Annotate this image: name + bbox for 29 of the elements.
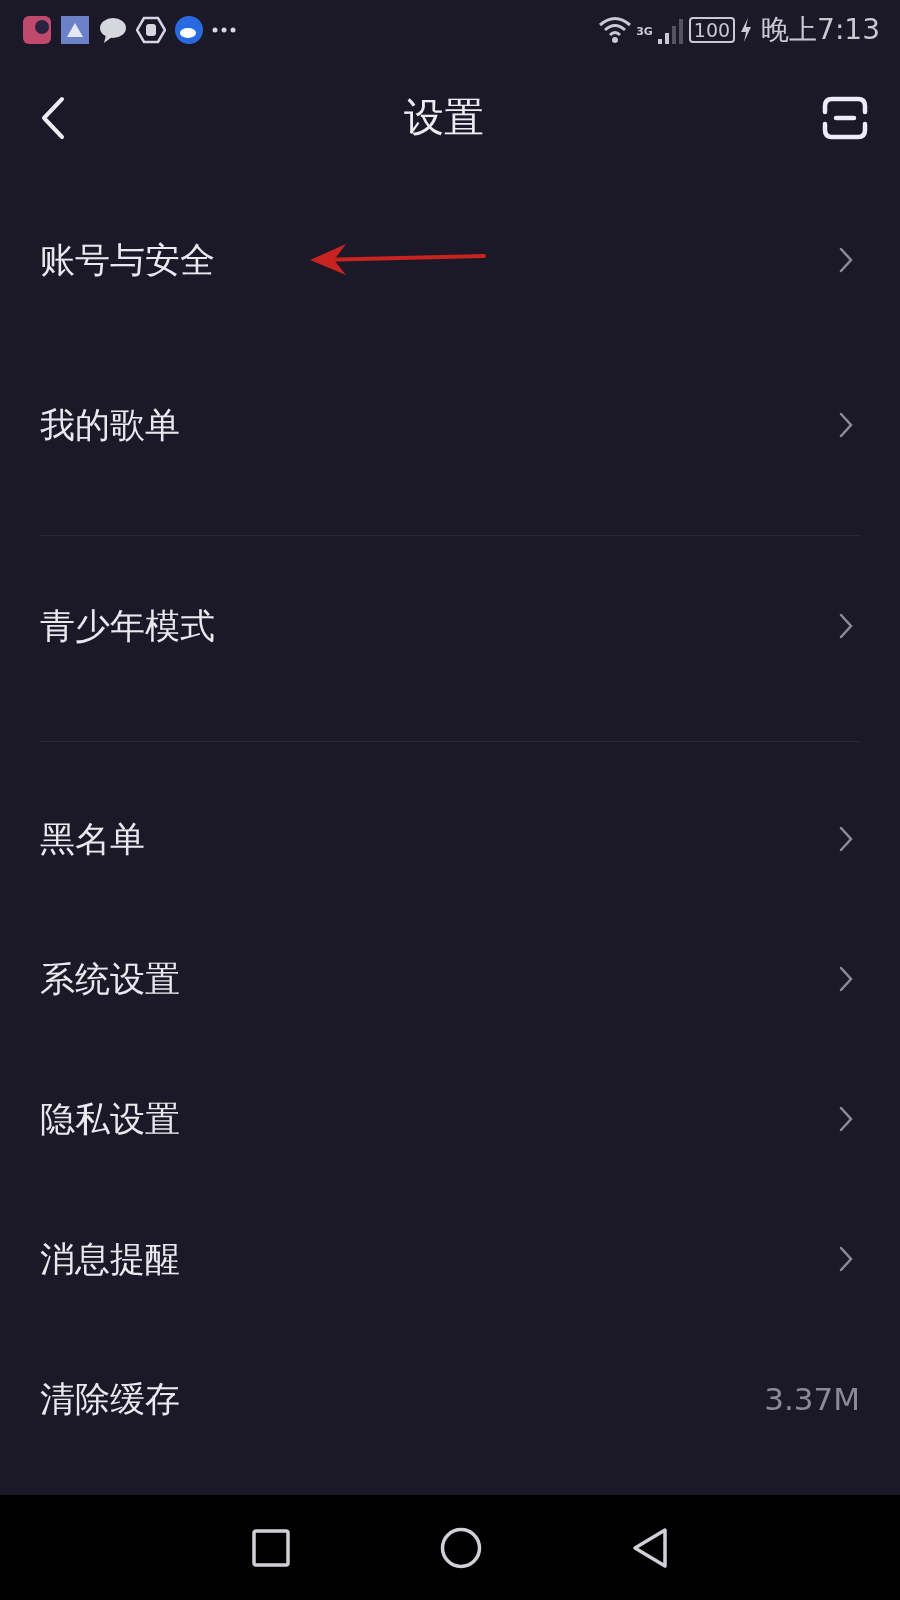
- home-nav-icon[interactable]: [440, 1526, 482, 1569]
- settings-item[interactable]: 账号与安全: [40, 236, 838, 284]
- app-notification-icon: [60, 15, 90, 45]
- settings-item[interactable]: 隐私设置: [40, 1095, 838, 1143]
- cache-size: 3.37M: [764, 1381, 860, 1417]
- square-nav-icon[interactable]: [252, 1528, 290, 1567]
- network-type: 3G: [636, 25, 653, 38]
- more-icon: [212, 26, 236, 34]
- chevron-right-icon: [838, 965, 854, 993]
- chevron-right-icon: [838, 1105, 854, 1133]
- settings-item[interactable]: 清除缓存: [40, 1375, 765, 1423]
- battery-level: 100: [688, 17, 736, 43]
- chevron-right-icon: [838, 612, 854, 640]
- settings-item[interactable]: 消息提醒: [40, 1235, 838, 1283]
- chevron-right-icon: [838, 1245, 854, 1273]
- settings-item[interactable]: 黑名单: [40, 815, 838, 863]
- wifi-icon: [598, 15, 633, 45]
- chat-bubble-icon: [98, 15, 128, 45]
- settings-item[interactable]: 我的歌单: [40, 401, 838, 449]
- chevron-right-icon: [838, 825, 854, 853]
- back-nav-icon[interactable]: [632, 1526, 668, 1569]
- chevron-right-icon: [838, 246, 854, 274]
- chevron-right-icon: [838, 411, 854, 439]
- settings-item[interactable]: 系统设置: [40, 955, 838, 1003]
- charging-icon: [739, 17, 754, 43]
- app-notification-icon: [22, 15, 52, 45]
- settings-item[interactable]: 青少年模式: [40, 602, 838, 650]
- page-title: 设置: [404, 93, 484, 142]
- clock-time: 晚上7:13: [761, 12, 880, 48]
